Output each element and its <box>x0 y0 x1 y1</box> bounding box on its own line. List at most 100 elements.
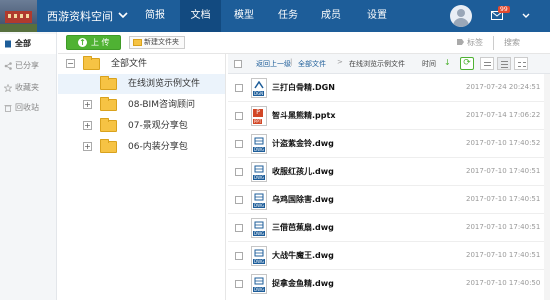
file-row[interactable]: DGN 三打白骨精.DGN 2017-07-24 20:24:51 <box>228 74 550 102</box>
tree-node[interactable]: + 06-内装分享包 <box>58 137 225 157</box>
top-bar: 西游资料空间 简报 文档 模型 任务 成员 设置 99 <box>0 0 550 32</box>
view-detail-button[interactable] <box>497 57 511 70</box>
scrollbar[interactable] <box>544 74 550 300</box>
tree-node-label: 06-内装分享包 <box>128 142 188 152</box>
tree-node-root[interactable]: − 全部文件 <box>58 54 225 74</box>
site-title[interactable]: 西游资料空间 <box>47 8 113 24</box>
toolbar: ↑ 上 传 新建文件夹 标签 搜索 <box>58 32 550 54</box>
tree-node[interactable]: + 08-BIM咨询顾问 <box>58 95 225 115</box>
file-row[interactable]: DWG 大战牛魔王.dwg 2017-07-10 17:40:51 <box>228 242 550 270</box>
sidebar-item-label: 全部 <box>15 39 31 48</box>
nav-briefing[interactable]: 简报 <box>136 0 174 32</box>
user-menu-chevron-icon[interactable] <box>521 10 531 22</box>
sidebar-item-trash[interactable]: 回收站 <box>0 98 56 118</box>
nav-settings[interactable]: 设置 <box>359 0 395 32</box>
folder-icon <box>100 139 117 153</box>
new-folder-label: 新建文件夹 <box>144 38 179 46</box>
tag-icon <box>457 39 464 45</box>
expand-toggle[interactable]: + <box>83 100 92 109</box>
nav-models[interactable]: 模型 <box>226 0 262 32</box>
file-date: 2017-07-10 17:40:51 <box>466 195 541 203</box>
breadcrumb-back[interactable]: 返回上一级 <box>256 59 291 69</box>
star-icon <box>4 84 12 92</box>
upload-button[interactable]: ↑ 上 传 <box>66 35 121 50</box>
sidebar: 全部 已分享 收藏夹 回收站 <box>0 32 57 300</box>
sidebar-item-shared[interactable]: 已分享 <box>0 56 56 76</box>
row-checkbox[interactable] <box>235 168 243 176</box>
tree-node-label: 08-BIM咨询顾问 <box>128 100 195 110</box>
sort-down-arrow-icon[interactable]: ↓ <box>444 58 451 67</box>
tree-node-selected[interactable]: 在线浏览示例文件 <box>58 74 225 94</box>
sidebar-item-favorites[interactable]: 收藏夹 <box>0 78 56 98</box>
file-name[interactable]: 智斗黑熊精.pptx <box>272 110 335 121</box>
select-all-checkbox[interactable] <box>234 60 242 68</box>
row-checkbox[interactable] <box>235 280 243 288</box>
dwg-file-icon: DWG <box>251 134 267 154</box>
file-date: 2017-07-10 17:40:51 <box>466 251 541 259</box>
refresh-button[interactable]: ⟳ <box>460 57 474 70</box>
divider <box>493 36 494 50</box>
file-row[interactable]: DWG 计盗紫金铃.dwg 2017-07-10 17:40:52 <box>228 130 550 158</box>
row-checkbox[interactable] <box>235 112 243 120</box>
project-logo[interactable] <box>0 0 37 32</box>
file-row[interactable]: DWG 乌鸡国除害.dwg 2017-07-10 17:40:51 <box>228 186 550 214</box>
file-date: 2017-07-24 20:24:51 <box>466 83 541 91</box>
dwg-file-icon: DWG <box>251 274 267 294</box>
document-icon <box>5 40 11 48</box>
file-date: 2017-07-10 17:40:52 <box>466 139 541 147</box>
tree-node-label: 在线浏览示例文件 <box>128 79 201 89</box>
dwg-file-icon: DWG <box>251 162 267 182</box>
file-name[interactable]: 收服红孩儿.dwg <box>272 166 334 177</box>
row-checkbox[interactable] <box>235 252 243 260</box>
tree-node[interactable]: + 07-景观分享包 <box>58 116 225 136</box>
pptx-file-icon: P PPT <box>251 106 267 126</box>
breadcrumb-separator: > <box>337 58 343 66</box>
dwg-file-icon: DWG <box>251 218 267 238</box>
file-row[interactable]: P PPT 智斗黑熊精.pptx 2017-07-14 17:06:22 <box>228 102 550 130</box>
sidebar-item-label: 收藏夹 <box>15 83 39 92</box>
expand-toggle[interactable]: + <box>83 142 92 151</box>
breadcrumb-all-files[interactable]: 全部文件 <box>298 59 326 69</box>
sidebar-item-label: 回收站 <box>15 103 39 112</box>
folder-icon <box>83 56 100 70</box>
file-name[interactable]: 三借芭蕉扇.dwg <box>272 222 334 233</box>
folder-icon <box>100 118 117 132</box>
file-row[interactable]: DWG 捉拿金鱼精.dwg 2017-07-10 17:40:50 <box>228 270 550 300</box>
row-checkbox[interactable] <box>235 224 243 232</box>
collapse-toggle[interactable]: − <box>66 59 75 68</box>
sidebar-item-all[interactable]: 全部 <box>0 34 56 54</box>
folder-icon <box>100 97 117 111</box>
file-date: 2017-07-14 17:06:22 <box>466 111 541 119</box>
new-folder-button[interactable]: 新建文件夹 <box>129 36 185 49</box>
file-row[interactable]: DWG 三借芭蕉扇.dwg 2017-07-10 17:40:51 <box>228 214 550 242</box>
file-name[interactable]: 计盗紫金铃.dwg <box>272 138 334 149</box>
file-date: 2017-07-10 17:40:51 <box>466 223 541 231</box>
file-date: 2017-07-10 17:40:50 <box>466 279 541 287</box>
dwg-file-icon: DWG <box>251 190 267 210</box>
nav-tasks[interactable]: 任务 <box>270 0 306 32</box>
search-button[interactable]: 搜索 <box>504 37 520 48</box>
file-name[interactable]: 三打白骨精.DGN <box>272 82 335 93</box>
file-row[interactable]: DWG 收服红孩儿.dwg 2017-07-10 17:40:51 <box>228 158 550 186</box>
expand-toggle[interactable]: + <box>83 121 92 130</box>
view-list-button[interactable] <box>480 57 494 70</box>
mail-badge: 99 <box>498 6 510 13</box>
row-checkbox[interactable] <box>235 196 243 204</box>
breadcrumb-separator: | <box>290 58 293 66</box>
sort-by-time[interactable]: 时间 <box>422 59 436 69</box>
chevron-down-icon[interactable] <box>117 8 129 22</box>
file-name[interactable]: 大战牛魔王.dwg <box>272 250 334 261</box>
folder-tree: − 全部文件 在线浏览示例文件 + 08-BIM咨询顾问 + 07-景观分享包 … <box>58 54 226 300</box>
row-checkbox[interactable] <box>235 140 243 148</box>
upload-label: 上 传 <box>91 38 110 47</box>
nav-documents[interactable]: 文档 <box>180 0 221 32</box>
folder-icon <box>100 76 117 90</box>
nav-members[interactable]: 成员 <box>313 0 349 32</box>
file-name[interactable]: 捉拿金鱼精.dwg <box>272 278 334 289</box>
upload-arrow-icon: ↑ <box>78 38 87 47</box>
user-avatar[interactable] <box>450 5 472 27</box>
tag-button[interactable]: 标签 <box>457 37 483 48</box>
file-name[interactable]: 乌鸡国除害.dwg <box>272 194 334 205</box>
view-grid-button[interactable] <box>514 57 528 70</box>
row-checkbox[interactable] <box>235 84 243 92</box>
